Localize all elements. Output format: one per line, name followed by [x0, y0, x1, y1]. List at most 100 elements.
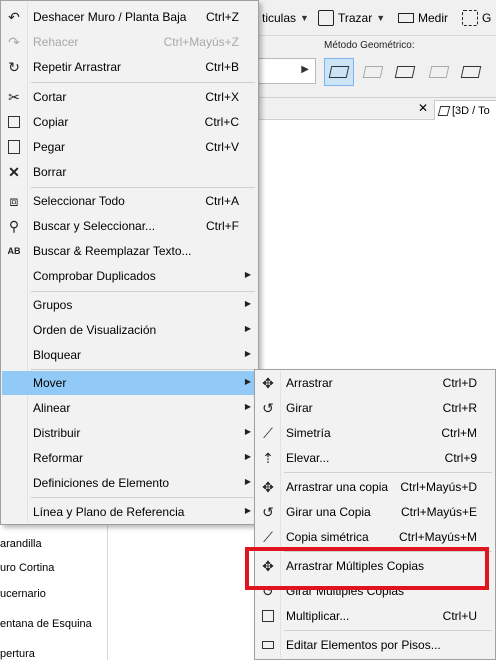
drag-copy-icon: ✥: [262, 478, 274, 495]
tool-item[interactable]: ucernario: [0, 588, 46, 600]
chevron-right-icon: ▶: [301, 64, 309, 75]
menu-item-label: Cortar: [33, 90, 67, 104]
wall-multi-icon: [460, 66, 482, 78]
menu-item-shortcut: Ctrl+9: [444, 451, 477, 465]
chevron-right-icon: ▶: [244, 270, 251, 279]
menu-item-select-all[interactable]: ⧈ Seleccionar Todo Ctrl+A: [2, 189, 257, 213]
menu-item-find-replace[interactable]: AB Buscar & Reemplazar Texto...: [2, 239, 257, 263]
menu-item-label: Buscar y Seleccionar...: [33, 219, 156, 233]
toolbar-item-extra[interactable]: G: [462, 9, 491, 27]
ruler-icon: [398, 13, 414, 23]
menu-item-label: Línea y Plano de Referencia: [33, 505, 185, 519]
move-submenu: ✥ Arrastrar Ctrl+D ↺ Girar Ctrl+R ⟋ Sime…: [254, 369, 496, 660]
menu-item-label: Editar Elementos por Pisos...: [286, 638, 441, 652]
copy-icon: [5, 113, 23, 131]
menu-item-distribute[interactable]: Distribuir ▶: [2, 421, 257, 445]
submenu-item-mirror-copy[interactable]: ⟋ Copia simétrica Ctrl+Mayús+M: [256, 525, 494, 549]
menu-separator: [31, 82, 255, 83]
tool-item[interactable]: pertura: [0, 648, 35, 660]
tool-item[interactable]: arandilla: [0, 538, 42, 550]
scissors-icon: ✂: [8, 88, 20, 105]
chevron-right-icon: ▶: [244, 506, 251, 515]
toolbar-item-trazar[interactable]: Trazar ▼: [318, 9, 385, 27]
geometry-method-bar: ▶ Método Geométrico:: [258, 36, 496, 98]
chevron-right-icon: ▶: [244, 452, 251, 461]
select-frame-icon: [462, 10, 478, 26]
chevron-down-icon: ▼: [376, 13, 386, 23]
chevron-right-icon: ▶: [244, 324, 251, 333]
menu-item-redo[interactable]: ↷ Rehacer Ctrl+Mayús+Z: [2, 30, 257, 54]
menu-item-element-settings[interactable]: Definiciones de Elemento ▶: [2, 471, 257, 495]
menu-item-cut[interactable]: ✂ Cortar Ctrl+X: [2, 85, 257, 109]
cube-icon: [437, 105, 451, 116]
menu-item-label: Definiciones de Elemento: [33, 476, 170, 490]
tool-panel: arandilla uro Cortina ucernario entana d…: [0, 520, 108, 660]
chevron-right-icon: ▶: [244, 427, 251, 436]
rotate-copy-icon: ↺: [262, 503, 274, 520]
chevron-right-icon: ▶: [244, 349, 251, 358]
element-selector[interactable]: ▶: [258, 58, 316, 84]
chevron-right-icon: ▶: [244, 377, 251, 386]
menu-item-shortcut: Ctrl+U: [442, 609, 477, 623]
menu-item-reference-line[interactable]: Línea y Plano de Referencia ▶: [2, 500, 257, 524]
menu-item-label: Pegar: [33, 140, 66, 154]
menu-item-paste[interactable]: Pegar Ctrl+V: [2, 135, 257, 159]
menu-item-delete[interactable]: ✕ Borrar: [2, 160, 257, 184]
close-icon[interactable]: ✕: [418, 101, 428, 115]
wall-box-icon: [394, 66, 416, 78]
menu-item-label: Seleccionar Todo: [33, 194, 125, 208]
submenu-item-drag[interactable]: ✥ Arrastrar Ctrl+D: [256, 371, 494, 395]
tool-item[interactable]: entana de Esquina: [0, 618, 92, 630]
menu-separator: [31, 369, 255, 370]
toolbar-item-label: Trazar: [338, 11, 373, 25]
menu-item-label: Multiplicar...: [286, 609, 350, 623]
menu-item-copy[interactable]: Copiar Ctrl+C: [2, 110, 257, 134]
submenu-item-mirror[interactable]: ⟋ Simetría Ctrl+M: [256, 421, 494, 445]
submenu-item-rotate-copy[interactable]: ↺ Girar una Copia Ctrl+Mayús+E: [256, 500, 494, 524]
menu-item-shortcut: Ctrl+Mayús+M: [398, 530, 477, 544]
menu-item-groups[interactable]: Grupos ▶: [2, 293, 257, 317]
menu-item-label: Comprobar Duplicados: [33, 269, 156, 283]
geometry-curved-button[interactable]: [358, 58, 388, 86]
geometry-multi-button[interactable]: [456, 58, 486, 86]
menu-item-shortcut: Ctrl+B: [205, 60, 239, 74]
chevron-down-icon: ▼: [300, 13, 309, 23]
toolbar-item-cut-label: G: [482, 11, 492, 25]
menu-item-reshape[interactable]: Reformar ▶: [2, 446, 257, 470]
geometry-box-button[interactable]: [390, 58, 420, 86]
menu-separator: [31, 291, 255, 292]
toolbar-item-medir[interactable]: Medir: [398, 9, 448, 27]
tab-3d-view[interactable]: [3D / To: [434, 100, 496, 120]
submenu-item-drag-copy[interactable]: ✥ Arrastrar una copia Ctrl+Mayús+D: [256, 475, 494, 499]
geometry-straight-button[interactable]: [324, 58, 354, 86]
menu-item-display-order[interactable]: Orden de Visualización ▶: [2, 318, 257, 342]
trace-icon: [318, 10, 334, 26]
drag-icon: ✥: [262, 374, 274, 391]
menu-item-repeat[interactable]: ↻ Repetir Arrastrar Ctrl+B: [2, 55, 257, 79]
find-replace-icon: AB: [7, 246, 21, 256]
toolbar-item-ticulas[interactable]: ticulas ▼: [262, 9, 309, 27]
redo-icon: ↷: [8, 33, 20, 50]
submenu-item-edit-by-story[interactable]: Editar Elementos por Pisos...: [256, 633, 494, 657]
menu-item-label: Deshacer Muro / Planta Baja: [33, 10, 187, 24]
chevron-right-icon: ▶: [244, 299, 251, 308]
submenu-item-rotate[interactable]: ↺ Girar Ctrl+R: [256, 396, 494, 420]
menu-item-label: Rehacer: [33, 35, 79, 49]
menu-item-label: Reformar: [33, 451, 84, 465]
menu-item-label: Orden de Visualización: [33, 323, 157, 337]
menu-item-lock[interactable]: Bloquear ▶: [2, 343, 257, 367]
tool-item[interactable]: uro Cortina: [0, 562, 54, 574]
menu-item-label: Bloquear: [33, 348, 82, 362]
geometry-slab-button[interactable]: [424, 58, 454, 86]
menu-item-label: Arrastrar una copia: [286, 480, 389, 494]
menu-item-undo[interactable]: ↶ Deshacer Muro / Planta Baja Ctrl+Z: [2, 5, 257, 29]
submenu-item-multiply[interactable]: Multiplicar... Ctrl+U: [256, 604, 494, 628]
menu-item-check-duplicates[interactable]: Comprobar Duplicados ▶: [2, 264, 257, 288]
menu-item-shortcut: Ctrl+Z: [206, 10, 239, 24]
menu-item-align[interactable]: Alinear ▶: [2, 396, 257, 420]
menu-item-find-select[interactable]: ⚲ Buscar y Seleccionar... Ctrl+F: [2, 214, 257, 238]
menu-item-label: Copiar: [33, 115, 69, 129]
wall-straight-icon: [328, 66, 350, 78]
menu-item-move[interactable]: Mover ▶: [2, 371, 257, 395]
submenu-item-elevate[interactable]: ⇡ Elevar... Ctrl+9: [256, 446, 494, 470]
